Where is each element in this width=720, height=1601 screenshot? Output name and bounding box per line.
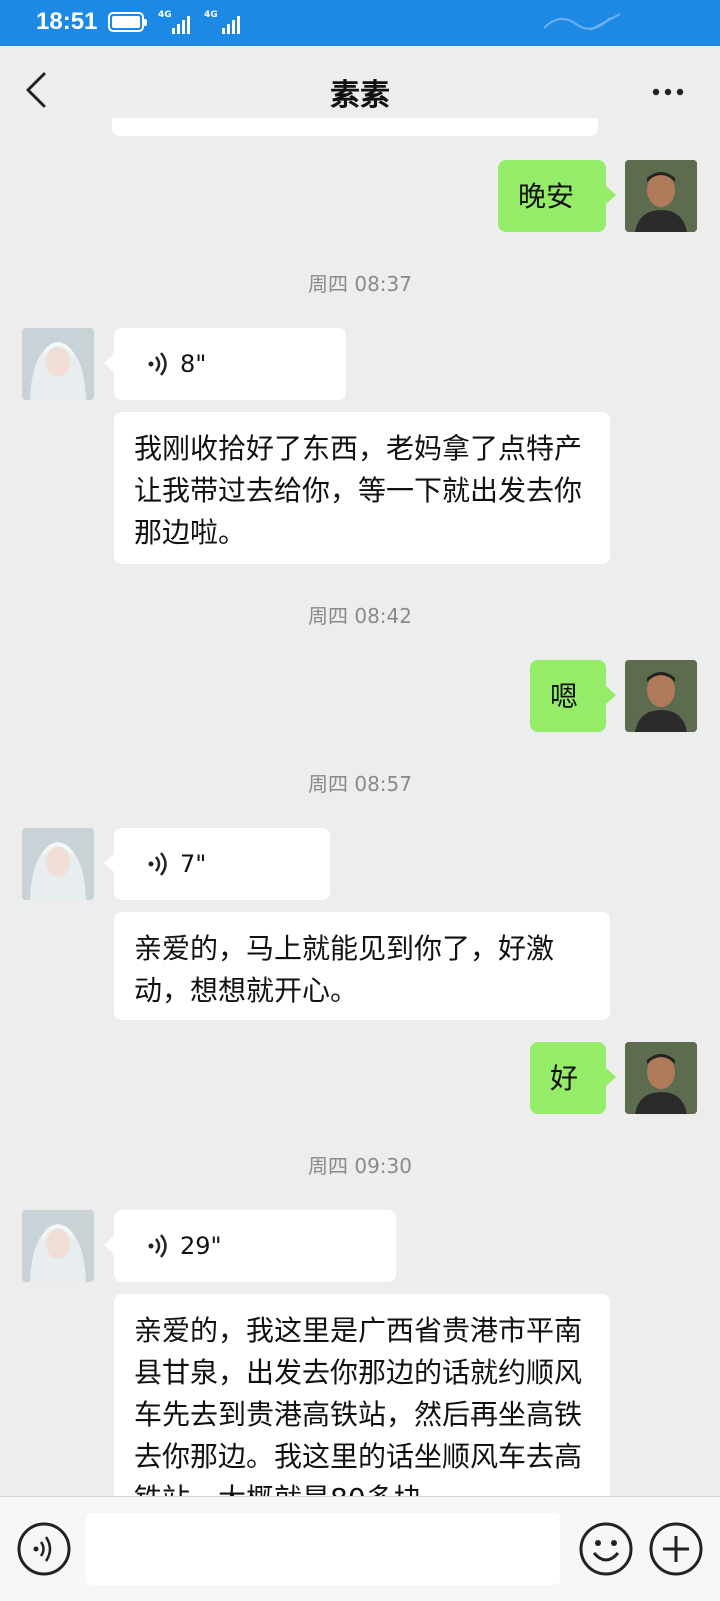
- voice-duration: 8": [180, 350, 207, 378]
- battery-full-icon: [108, 12, 147, 32]
- voice-message-bubble[interactable]: 8": [104, 328, 346, 400]
- emoji-icon[interactable]: [578, 1521, 634, 1577]
- previous-message-bubble: [112, 118, 598, 136]
- signal-icon: [172, 12, 190, 34]
- anime-girl-avatar-icon: [22, 828, 94, 900]
- person-avatar-icon: [625, 160, 697, 232]
- contact-avatar[interactable]: [22, 1210, 94, 1282]
- status-time: 18:51: [36, 8, 98, 35]
- signal-icon-2: [222, 12, 240, 34]
- their-message-bubble[interactable]: 我刚收拾好了东西，老妈拿了点特产让我带过去给你，等一下就出发去你那边啦。: [114, 412, 610, 564]
- voice-message-bubble[interactable]: 7": [104, 828, 330, 900]
- voice-duration: 7": [180, 850, 207, 878]
- contact-avatar[interactable]: [22, 328, 94, 400]
- message-text: 好: [550, 1062, 579, 1095]
- message-text: 我刚收拾好了东西，老妈拿了点特产让我带过去给你，等一下就出发去你那边啦。: [134, 432, 583, 549]
- my-avatar[interactable]: [625, 660, 697, 732]
- voice-input-icon[interactable]: [16, 1521, 72, 1577]
- voice-message-bubble[interactable]: 29": [104, 1210, 396, 1282]
- plus-circle-icon[interactable]: [648, 1521, 704, 1577]
- status-bar: 18:51 4G 4G: [0, 0, 720, 46]
- message-text: 嗯: [550, 680, 579, 713]
- message-text: 晚安: [518, 180, 575, 213]
- message-timestamp: 周四 08:57: [308, 772, 412, 796]
- input-bar: [0, 1496, 720, 1601]
- anime-girl-avatar-icon: [22, 1210, 94, 1282]
- watermark-icon: [543, 13, 621, 31]
- their-message-bubble[interactable]: 亲爱的，马上就能见到你了，好激动，想想就开心。: [114, 912, 610, 1020]
- message-timestamp: 周四 08:37: [308, 272, 412, 296]
- message-input[interactable]: [86, 1513, 560, 1585]
- more-dots-icon[interactable]: [652, 88, 684, 96]
- my-avatar[interactable]: [625, 160, 697, 232]
- person-avatar-icon: [625, 660, 697, 732]
- voice-wave-icon: [148, 352, 167, 376]
- page-title: 素素: [330, 78, 390, 113]
- message-text: 亲爱的，我这里是广西省贵港市平南县甘泉，出发去你那边的话就约顺风车先去到贵港高铁…: [134, 1314, 583, 1515]
- message-text: 亲爱的，马上就能见到你了，好激动，想想就开心。: [134, 932, 555, 1007]
- my-message-bubble[interactable]: 好: [530, 1042, 616, 1114]
- my-message-bubble[interactable]: 嗯: [530, 660, 616, 732]
- network-type-label: 4G: [158, 10, 172, 20]
- network-type-label-2: 4G: [204, 10, 218, 20]
- voice-duration: 29": [180, 1232, 222, 1260]
- person-avatar-icon: [625, 1042, 697, 1114]
- contact-avatar[interactable]: [22, 828, 94, 900]
- message-timestamp: 周四 09:30: [308, 1154, 412, 1178]
- message-timestamp: 周四 08:42: [308, 604, 412, 628]
- anime-girl-avatar-icon: [22, 328, 94, 400]
- voice-wave-icon: [148, 1234, 167, 1258]
- my-avatar[interactable]: [625, 1042, 697, 1114]
- my-message-bubble[interactable]: 晚安: [498, 160, 616, 232]
- voice-wave-icon: [148, 852, 167, 876]
